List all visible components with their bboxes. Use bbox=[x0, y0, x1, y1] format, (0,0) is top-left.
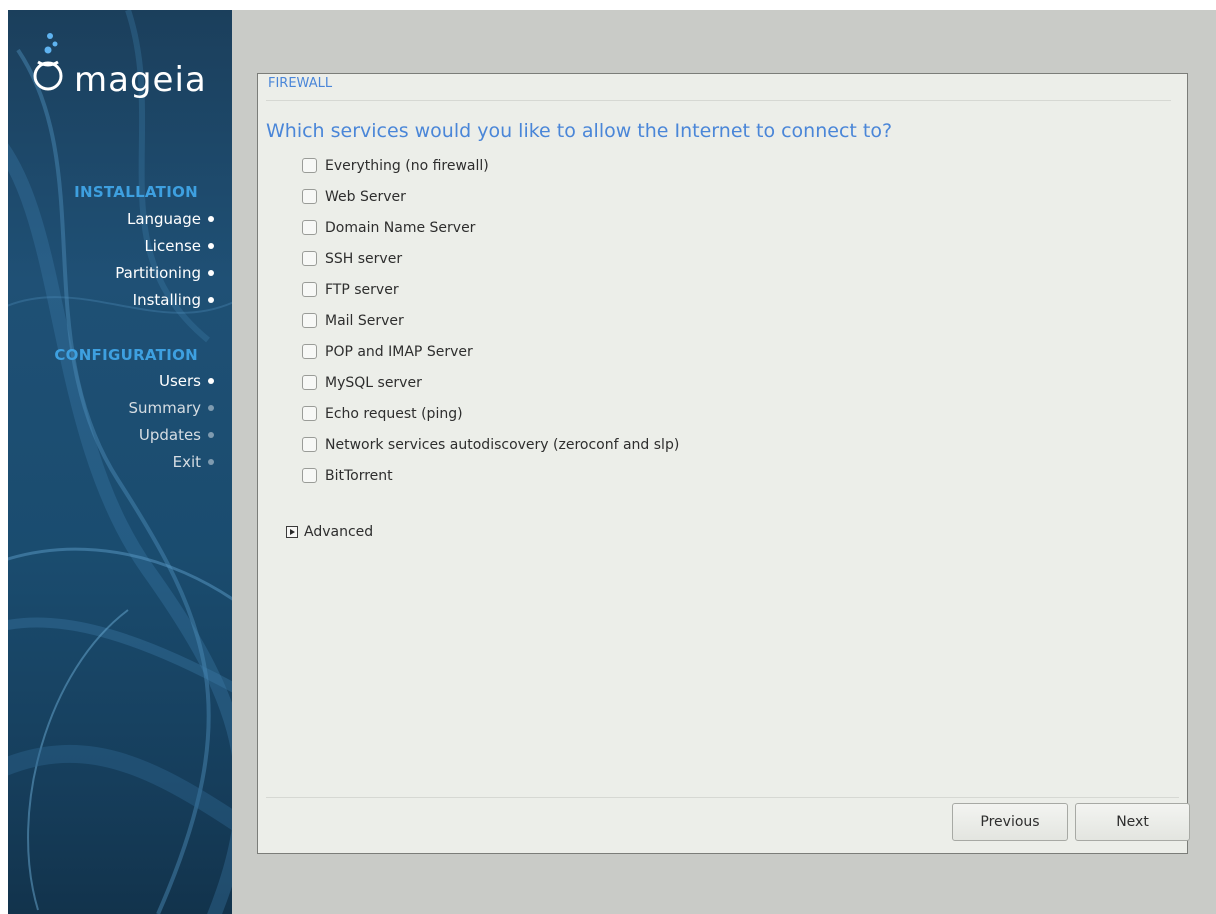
checkbox[interactable] bbox=[302, 158, 317, 173]
panel-header: FIREWALL bbox=[268, 76, 333, 91]
checkbox[interactable] bbox=[302, 437, 317, 452]
service-everything[interactable]: Everything (no firewall) bbox=[302, 150, 679, 181]
checkbox-label[interactable]: FTP server bbox=[325, 282, 399, 298]
sidebar-step-label: Summary bbox=[128, 399, 202, 417]
sidebar-step-language: Language bbox=[14, 207, 214, 231]
service-autodiscovery[interactable]: Network services autodiscovery (zeroconf… bbox=[302, 429, 679, 460]
service-mysql[interactable]: MySQL server bbox=[302, 367, 679, 398]
advanced-label[interactable]: Advanced bbox=[304, 524, 373, 540]
service-bittorrent[interactable]: BitTorrent bbox=[302, 460, 679, 491]
checkbox[interactable] bbox=[302, 251, 317, 266]
sidebar-step-partitioning: Partitioning bbox=[14, 261, 214, 285]
sidebar-step-label: Language bbox=[126, 210, 201, 228]
header-divider bbox=[266, 100, 1171, 101]
checkbox-label[interactable]: BitTorrent bbox=[325, 468, 393, 484]
step-pending-dot-icon bbox=[208, 405, 214, 411]
sidebar-step-label: Partitioning bbox=[115, 264, 201, 282]
checkbox[interactable] bbox=[302, 375, 317, 390]
service-ssh[interactable]: SSH server bbox=[302, 243, 679, 274]
firewall-panel: FIREWALL Which services would you like t… bbox=[257, 73, 1190, 854]
sidebar-step-license: License bbox=[14, 234, 214, 258]
sidebar-step-label: Exit bbox=[172, 453, 201, 471]
checkbox-label[interactable]: MySQL server bbox=[325, 375, 422, 391]
sidebar-step-users: Users bbox=[14, 369, 214, 393]
next-button[interactable]: Next bbox=[1075, 803, 1190, 841]
step-done-dot-icon bbox=[208, 297, 214, 303]
service-mail[interactable]: Mail Server bbox=[302, 305, 679, 336]
step-done-dot-icon bbox=[208, 378, 214, 384]
checkbox-label[interactable]: Everything (no firewall) bbox=[325, 158, 489, 174]
service-pop-imap[interactable]: POP and IMAP Server bbox=[302, 336, 679, 367]
logo-text: mageia bbox=[74, 60, 207, 100]
checkbox[interactable] bbox=[302, 468, 317, 483]
sidebar-step-label: Updates bbox=[138, 426, 201, 444]
installation-section-title: INSTALLATION bbox=[74, 183, 198, 201]
advanced-expander[interactable]: Advanced bbox=[286, 524, 373, 540]
sidebar-step-label: License bbox=[144, 237, 201, 255]
sidebar-step-label: Users bbox=[158, 372, 201, 390]
checkbox[interactable] bbox=[302, 220, 317, 235]
sidebar-step-summary: Summary bbox=[14, 396, 214, 420]
service-dns[interactable]: Domain Name Server bbox=[302, 212, 679, 243]
checkbox[interactable] bbox=[302, 313, 317, 328]
step-done-dot-icon bbox=[208, 216, 214, 222]
service-ftp[interactable]: FTP server bbox=[302, 274, 679, 305]
step-done-dot-icon bbox=[208, 270, 214, 276]
page-title: Which services would you like to allow t… bbox=[266, 120, 893, 142]
checkbox-label[interactable]: SSH server bbox=[325, 251, 402, 267]
sidebar: mageia INSTALLATION Language License Par… bbox=[8, 10, 232, 914]
step-pending-dot-icon bbox=[208, 459, 214, 465]
sidebar-step-label: Installing bbox=[132, 291, 201, 309]
step-pending-dot-icon bbox=[208, 432, 214, 438]
mageia-logo: mageia bbox=[30, 28, 230, 100]
checkbox[interactable] bbox=[302, 406, 317, 421]
installer-window: mageia INSTALLATION Language License Par… bbox=[8, 10, 1216, 914]
mageia-logo-icon bbox=[33, 33, 63, 91]
checkbox[interactable] bbox=[302, 189, 317, 204]
checkbox-label[interactable]: Web Server bbox=[325, 189, 406, 205]
sidebar-step-exit: Exit bbox=[14, 450, 214, 474]
expand-arrow-icon[interactable] bbox=[286, 526, 298, 538]
sidebar-step-installing: Installing bbox=[14, 288, 214, 312]
checkbox-label[interactable]: Echo request (ping) bbox=[325, 406, 463, 422]
configuration-section-title: CONFIGURATION bbox=[54, 346, 198, 364]
service-web-server[interactable]: Web Server bbox=[302, 181, 679, 212]
previous-button[interactable]: Previous bbox=[952, 803, 1068, 841]
checkbox-label[interactable]: POP and IMAP Server bbox=[325, 344, 473, 360]
checkbox[interactable] bbox=[302, 344, 317, 359]
services-list: Everything (no firewall) Web Server Doma… bbox=[302, 150, 679, 491]
checkbox-label[interactable]: Network services autodiscovery (zeroconf… bbox=[325, 437, 679, 453]
service-echo-ping[interactable]: Echo request (ping) bbox=[302, 398, 679, 429]
checkbox-label[interactable]: Mail Server bbox=[325, 313, 404, 329]
sidebar-step-updates: Updates bbox=[14, 423, 214, 447]
checkbox[interactable] bbox=[302, 282, 317, 297]
checkbox-label[interactable]: Domain Name Server bbox=[325, 220, 475, 236]
footer-divider bbox=[266, 797, 1179, 798]
step-done-dot-icon bbox=[208, 243, 214, 249]
